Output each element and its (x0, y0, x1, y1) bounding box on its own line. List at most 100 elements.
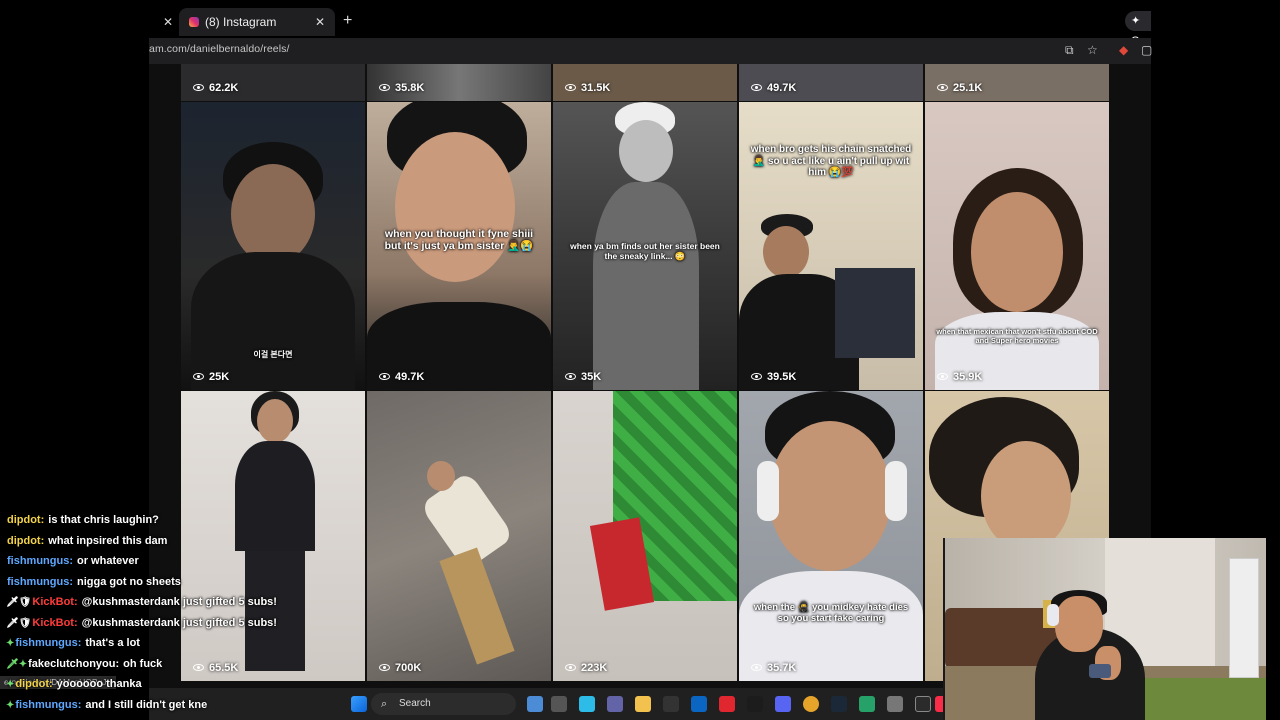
eye-icon (379, 84, 390, 91)
chat-username: fishmungus: (7, 555, 73, 567)
stream-chat: dipdot: is that chris laughin? dipdot: wha… (6, 512, 306, 717)
badge-icon: ✦ (6, 699, 15, 711)
close-tab-icon[interactable]: ✕ (315, 8, 325, 36)
chat-message: fishmungus: nigga got no sheets (6, 574, 306, 595)
chat-username: fishmungus: (15, 637, 82, 649)
view-count: 35.9K (937, 371, 982, 383)
chat-username: fishmungus: (15, 698, 82, 711)
webcam-overlay (943, 538, 1266, 720)
app-icon[interactable] (859, 696, 875, 712)
extension-icon[interactable]: ◆ (1119, 43, 1128, 57)
app-icon[interactable] (915, 696, 931, 712)
reel-tile[interactable]: when bro gets his chain snatched 🤦‍♂️ so… (739, 102, 923, 390)
eye-icon (565, 373, 576, 380)
tab-strip: ✕ (8) Instagram ✕ + ✦ G (149, 0, 1151, 47)
eye-icon (751, 84, 762, 91)
badge-icon: 🗡🛡 (6, 617, 32, 629)
store-icon[interactable] (663, 696, 679, 712)
view-count: 31.5K (565, 82, 610, 94)
teams-icon[interactable] (607, 696, 623, 712)
view-count: 49.7K (379, 371, 424, 383)
chat-message: ✦fishmungus: that's a lot (6, 635, 306, 656)
close-tab-icon[interactable]: ✕ (163, 8, 173, 36)
view-count: 25.1K (937, 82, 982, 94)
task-view-icon[interactable] (551, 696, 567, 712)
copilot-icon[interactable] (579, 696, 595, 712)
eye-icon (565, 84, 576, 91)
mail-icon[interactable] (691, 696, 707, 712)
url-field[interactable]: am.com/danielbernaldo/reels/ (149, 43, 290, 55)
chat-text: yoooooo thanka (56, 678, 142, 690)
view-count: 700K (379, 662, 421, 674)
tab-title: (8) Instagram (205, 15, 277, 29)
chat-message: ✦fishmungus: and I still didn't get kne (6, 697, 306, 718)
cast-icon[interactable]: ⧉ (1065, 43, 1074, 58)
steam-icon[interactable] (831, 696, 847, 712)
address-bar: am.com/danielbernaldo/reels/ ⧉ ☆ ◆ ▢ (149, 38, 1152, 64)
reel-tile[interactable]: when the 🥷 you midkey hate dies so you s… (739, 391, 923, 681)
eye-icon (379, 373, 390, 380)
headphones-icon (757, 461, 779, 521)
widgets-icon[interactable] (527, 696, 543, 712)
reel-tile[interactable]: 이걸 본다면 25K (181, 102, 365, 390)
reel-tile[interactable]: when ya bm finds out her sister been the… (553, 102, 737, 390)
reel-tile[interactable]: when that mexican that won't stfu about … (925, 102, 1109, 390)
chat-username: KickBot: (32, 596, 78, 608)
chat-text: nigga got no sheets (77, 575, 181, 588)
gemini-button[interactable]: ✦ G (1125, 11, 1151, 47)
reel-tile[interactable]: 35.8K (367, 64, 551, 101)
chat-message: fishmungus: or whatever (6, 553, 306, 574)
chat-username: dipdot: (7, 534, 45, 547)
chat-username: fishmungus: (7, 575, 73, 588)
chat-text: @kushmasterdank just gifted 5 subs! (81, 616, 277, 629)
windows-start-icon[interactable] (351, 696, 367, 712)
reel-caption: when bro gets his chain snatched 🤦‍♂️ so… (750, 144, 912, 178)
discord-icon[interactable] (775, 696, 791, 712)
taskbar-search[interactable]: ⌕ Search (371, 693, 516, 715)
chat-text: and I still didn't get kne (85, 698, 208, 711)
eye-icon (565, 664, 576, 671)
reel-caption: when ya bm finds out her sister been the… (570, 241, 720, 261)
reel-tile[interactable]: 25.1K (925, 64, 1109, 101)
headset-icon (1047, 604, 1059, 626)
badge-icon: 🗡🛡 (6, 597, 32, 608)
search-icon: ⌕ (381, 698, 388, 710)
reel-tile[interactable]: 62.2K (181, 64, 365, 101)
new-tab-button[interactable]: + (343, 12, 352, 30)
chat-username: fakeclutchonyou: (28, 657, 120, 670)
badge-icon: ✦ (6, 679, 15, 690)
chat-text: oh fuck (123, 657, 163, 670)
reel-tile[interactable]: 700K (367, 391, 551, 681)
eye-icon (937, 84, 948, 91)
app-icon[interactable] (719, 696, 735, 712)
chat-text: that's a lot (85, 637, 140, 649)
app-icon[interactable] (747, 696, 763, 712)
badge-icon: 🗡✦ (6, 658, 28, 670)
file-explorer-icon[interactable] (635, 696, 651, 712)
reel-caption: when the 🥷 you midkey hate dies so you s… (753, 602, 909, 624)
tab-instagram[interactable]: (8) Instagram ✕ (179, 8, 335, 36)
view-count: 223K (565, 662, 607, 674)
instagram-icon (189, 17, 199, 27)
menu-icon[interactable]: ▢ (1141, 43, 1152, 57)
view-count: 39.5K (751, 371, 796, 383)
view-count: 62.2K (193, 82, 238, 94)
phone-icon (1089, 664, 1111, 678)
view-count: 35.7K (751, 662, 796, 674)
reel-tile[interactable]: 49.7K (739, 64, 923, 101)
chrome-icon[interactable] (803, 696, 819, 712)
star-icon[interactable]: ☆ (1087, 43, 1098, 57)
chat-message: 🗡🛡KickBot: @kushmasterdank just gifted 5 … (6, 615, 306, 636)
reel-tile[interactable]: when you thought it fyne shiii but it's … (367, 102, 551, 390)
chat-message: dipdot: is that chris laughin? (6, 512, 306, 533)
reel-tile[interactable]: 31.5K (553, 64, 737, 101)
view-count: 35K (565, 371, 601, 383)
chat-message: ✦dipdot: yoooooo thanka (6, 676, 306, 697)
reel-tile[interactable]: 223K (553, 391, 737, 681)
chat-message: 🗡🛡KickBot: @kushmasterdank just gifted 5 … (6, 594, 306, 615)
settings-icon[interactable] (887, 696, 903, 712)
chat-message: 🗡✦fakeclutchonyou: oh fuck (6, 656, 306, 677)
reel-caption: 이걸 본다면 (253, 350, 293, 359)
chat-username: KickBot: (32, 616, 78, 629)
tab-previous[interactable]: ✕ (149, 8, 179, 36)
